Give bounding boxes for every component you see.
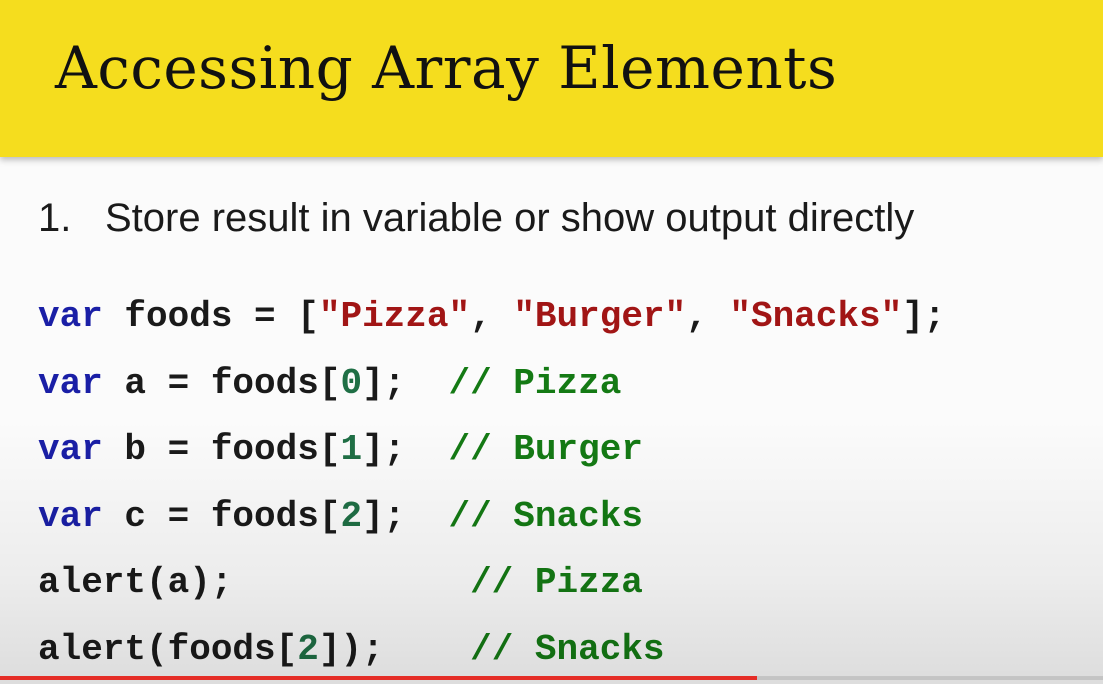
code-token-cmt: // Snacks	[470, 628, 665, 670]
code-token-cmt: // Snacks	[448, 495, 643, 537]
code-token-cmt: // Burger	[448, 429, 643, 471]
slide-title: Accessing Array Elements	[55, 34, 838, 102]
code-token-num-lit: 2	[340, 495, 363, 537]
code-line: alert(foods[2]); // Snacks	[38, 617, 945, 684]
bullet-text: Store result in variable or show output …	[105, 196, 915, 240]
title-banner: Accessing Array Elements	[0, 0, 1103, 157]
code-line: var a = foods[0]; // Pizza	[38, 351, 945, 418]
code-token-kw: var	[38, 495, 103, 537]
code-line: var foods = ["Pizza", "Burger", "Snacks"…	[38, 284, 945, 351]
code-token-cmt: // Pizza	[470, 562, 643, 604]
code-token-kw: var	[38, 362, 103, 404]
bullet-point: 1. Store result in variable or show outpu…	[38, 196, 914, 241]
code-line: var b = foods[1]; // Burger	[38, 417, 945, 484]
code-token-cmt: // Pizza	[448, 362, 622, 404]
code-token: a = foods[	[102, 362, 341, 404]
code-token: ];	[362, 429, 449, 471]
code-token: ];	[362, 495, 449, 537]
code-token: ];	[362, 362, 449, 404]
code-token-str: "Burger"	[513, 296, 687, 337]
code-token: ,	[470, 296, 514, 337]
code-token: c = foods[	[102, 495, 341, 537]
code-token: ]);	[318, 628, 384, 670]
code-token: ];	[902, 296, 946, 337]
code-line: var c = foods[2]; // Snacks	[38, 484, 945, 551]
code-token-num-lit: 0	[340, 362, 363, 404]
code-token: b = foods[	[102, 429, 341, 471]
code-line: alert(a); // Pizza	[38, 550, 945, 617]
code-token: alert(a);	[38, 562, 233, 604]
code-token: alert(foods[	[38, 628, 298, 670]
code-token: ,	[686, 296, 730, 337]
code-token-str: "Pizza"	[318, 296, 471, 337]
code-token-kw: var	[38, 429, 103, 471]
video-progress-bar[interactable]	[0, 676, 1103, 680]
code-block: var foods = ["Pizza", "Burger", "Snacks"…	[38, 284, 945, 684]
code-token-num-lit: 2	[297, 628, 319, 670]
video-progress-played	[0, 676, 757, 680]
code-token-num-lit: 1	[340, 429, 363, 471]
bullet-number: 1.	[38, 196, 72, 240]
code-token-str: "Snacks"	[729, 296, 903, 337]
code-token-kw: var	[38, 296, 103, 337]
code-token: foods = [	[102, 296, 319, 337]
